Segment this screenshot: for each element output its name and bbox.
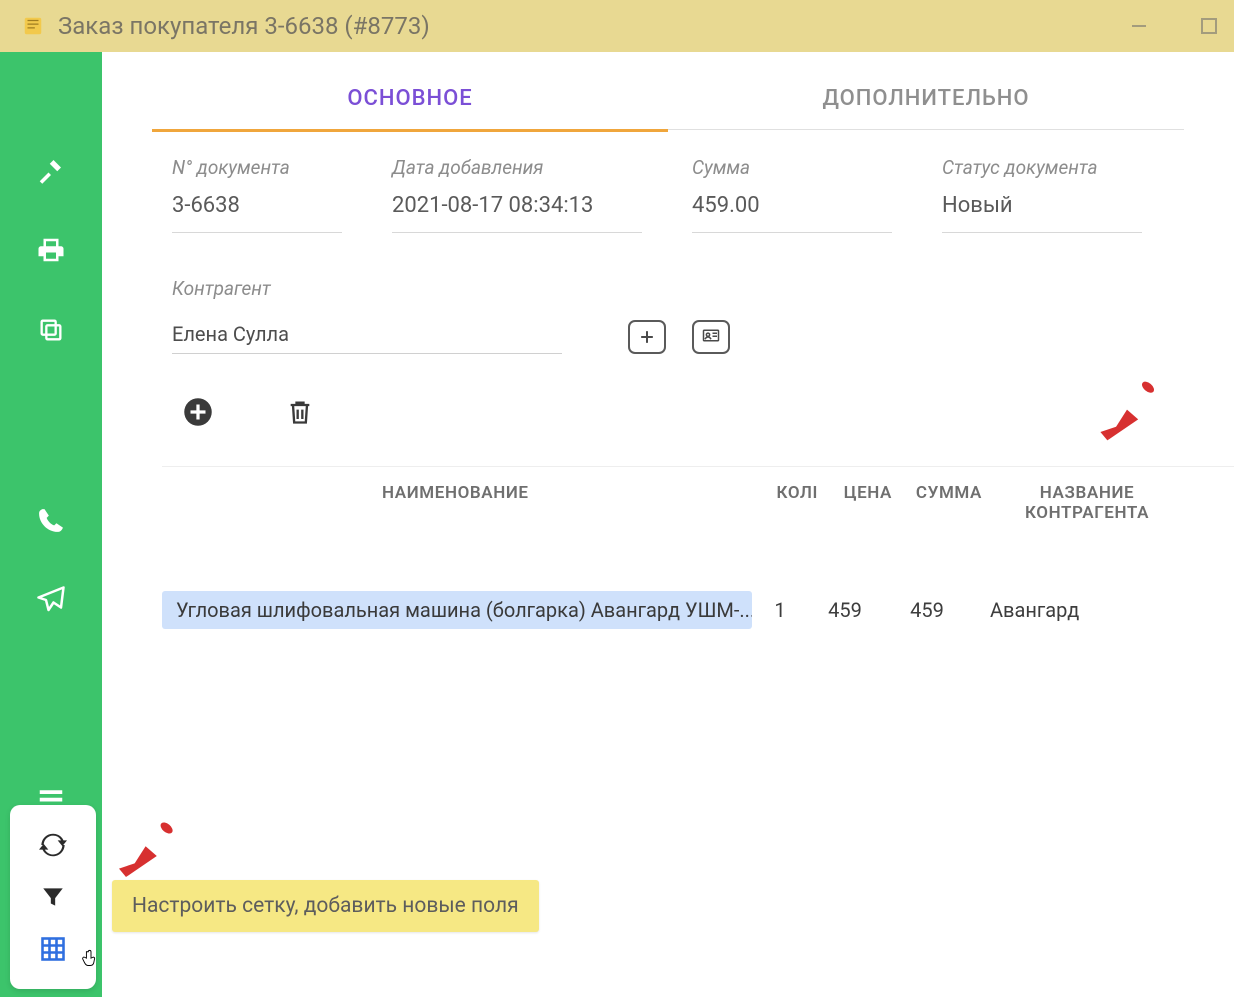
th-name[interactable]: НАИМЕНОВАНИЕ — [172, 483, 762, 523]
field-sum: Сумма 459.00 — [692, 156, 892, 233]
table-toolbar — [102, 354, 1234, 448]
doc-number-value[interactable]: 3-6638 — [172, 193, 342, 233]
date-added-value[interactable]: 2021-08-17 08:34:13 — [392, 193, 642, 233]
main-content: ОСНОВНОЕ ДОПОЛНИТЕЛЬНО N° документа 3-66… — [102, 52, 1234, 997]
grid-settings-icon[interactable] — [33, 929, 73, 969]
titlebar: Заказ покупателя 3-6638 (#8773) — [0, 0, 1234, 52]
window-controls — [1130, 0, 1218, 52]
table-filter-row[interactable] — [162, 539, 1234, 587]
cell-name[interactable]: Угловая шлифовальная машина (болгарка) А… — [162, 591, 752, 629]
sidebar — [0, 52, 102, 997]
th-contragent[interactable]: НАЗВАНИЕ КОНТРАГЕНТА — [982, 483, 1182, 523]
sidebar-tools-panel — [10, 805, 96, 989]
th-price[interactable]: ЦЕНА — [818, 483, 892, 523]
maximize-button[interactable] — [1200, 17, 1218, 35]
tab-main[interactable]: ОСНОВНОЕ — [152, 74, 668, 129]
phone-icon[interactable] — [33, 502, 69, 538]
cell-price[interactable]: 459 — [808, 598, 882, 622]
sum-label: Сумма — [692, 156, 892, 179]
cell-qty[interactable]: 1 — [752, 598, 808, 622]
contragent-field[interactable]: Елена Сулла — [172, 314, 562, 354]
status-value[interactable]: Новый — [942, 193, 1142, 233]
app-notes-icon — [22, 15, 44, 37]
add-contragent-button[interactable] — [628, 320, 666, 354]
items-table: НАИМЕНОВАНИЕ КОЛІ ЦЕНА СУММА НАЗВАНИЕ КО… — [162, 466, 1234, 633]
sum-value[interactable]: 459.00 — [692, 193, 892, 233]
gavel-icon[interactable] — [33, 152, 69, 188]
filter-icon[interactable] — [33, 877, 73, 917]
contragent-value[interactable]: Елена Сулла — [172, 314, 562, 354]
doc-number-label: N° документа — [172, 156, 342, 179]
print-icon[interactable] — [33, 232, 69, 268]
tooltip-grid-settings: Настроить сетку, добавить новые поля — [112, 880, 539, 932]
tabs: ОСНОВНОЕ ДОПОЛНИТЕЛЬНО — [152, 74, 1184, 130]
info-grid: N° документа 3-6638 Дата добавления 2021… — [102, 132, 1234, 243]
th-qty[interactable]: КОЛІ — [762, 483, 818, 523]
field-status: Статус документа Новый — [942, 156, 1142, 233]
delete-row-button[interactable] — [284, 396, 316, 428]
contragent-card-button[interactable] — [692, 320, 730, 354]
table-row[interactable]: Угловая шлифовальная машина (болгарка) А… — [162, 587, 1234, 633]
contragent-label: Контрагент — [172, 277, 1164, 300]
cell-contragent[interactable]: Авангард — [972, 598, 1172, 622]
status-label: Статус документа — [942, 156, 1142, 179]
add-row-button[interactable] — [182, 396, 214, 428]
table-header: НАИМЕНОВАНИЕ КОЛІ ЦЕНА СУММА НАЗВАНИЕ КО… — [162, 467, 1234, 539]
cursor-hand-icon — [80, 949, 102, 971]
telegram-icon[interactable] — [33, 582, 69, 618]
refresh-icon[interactable] — [33, 825, 73, 865]
window-title: Заказ покупателя 3-6638 (#8773) — [58, 12, 430, 40]
tab-extra[interactable]: ДОПОЛНИТЕЛЬНО — [668, 74, 1184, 129]
cell-sum[interactable]: 459 — [882, 598, 972, 622]
th-sum[interactable]: СУММА — [892, 483, 982, 523]
minimize-button[interactable] — [1130, 17, 1148, 35]
field-doc-number: N° документа 3-6638 — [172, 156, 342, 233]
field-date-added: Дата добавления 2021-08-17 08:34:13 — [392, 156, 642, 233]
copy-icon[interactable] — [33, 312, 69, 348]
date-added-label: Дата добавления — [392, 156, 642, 179]
